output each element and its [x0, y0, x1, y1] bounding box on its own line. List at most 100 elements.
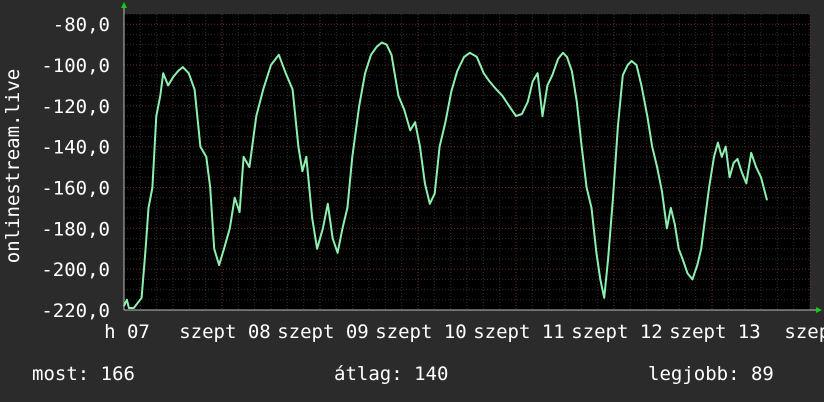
data-point: [209, 186, 212, 189]
data-point: [424, 182, 426, 185]
data-point: [717, 141, 719, 144]
data-point: [144, 247, 147, 250]
data-point: [603, 296, 605, 299]
data-point: [385, 43, 388, 46]
data-point: [469, 51, 471, 54]
data-point: [438, 145, 441, 148]
data-point: [640, 84, 643, 87]
y-tick-label: -180,0: [41, 218, 110, 240]
data-point: [700, 247, 703, 250]
data-point: [562, 51, 564, 54]
data-point: [766, 198, 768, 201]
data-point: [704, 217, 706, 219]
data-point: [750, 152, 752, 154]
data-point: [364, 72, 366, 74]
data-point: [358, 105, 361, 107]
y-tick-label: -220,0: [41, 300, 110, 322]
data-point: [661, 190, 663, 193]
data-point: [159, 94, 162, 97]
y-tick-label: -120,0: [41, 96, 110, 118]
data-point: [531, 80, 534, 83]
data-point: [177, 70, 179, 72]
data-point: [590, 207, 593, 209]
y-tick-label: -100,0: [41, 55, 110, 77]
data-point: [351, 156, 354, 158]
data-point: [622, 74, 624, 77]
data-point: [172, 76, 174, 79]
data-point: [646, 115, 649, 117]
data-point: [526, 100, 529, 103]
data-point: [630, 60, 633, 62]
line-chart: -80,0 -100,0 -120,0 -140,0 -160,0 -180,0 -200,…: [2, 2, 824, 343]
x-tick-label: szept 12: [571, 321, 663, 343]
data-point: [515, 115, 517, 117]
data-point: [721, 156, 723, 158]
data-point: [495, 88, 498, 91]
data-point: [536, 72, 539, 74]
data-point: [681, 258, 684, 260]
data-point: [151, 186, 154, 189]
data-point: [546, 84, 549, 87]
data-point: [755, 166, 757, 168]
data-point: [229, 227, 231, 230]
data-point: [123, 305, 125, 307]
data-point: [305, 156, 308, 158]
data-point: [193, 88, 196, 91]
x-tick-labels: h 07 szept 08 szept 09 szept 10 szept 11 szep…: [104, 321, 824, 343]
data-point: [255, 115, 258, 117]
y-tick-label: -140,0: [41, 137, 110, 159]
x-tick-label: szept: [784, 321, 824, 343]
data-point: [414, 121, 416, 123]
data-point: [187, 72, 190, 74]
data-point: [541, 115, 544, 117]
data-point: [617, 125, 619, 128]
stat-best: legjobb: 89: [648, 363, 774, 385]
data-point: [724, 145, 727, 148]
data-point: [167, 84, 169, 87]
data-point: [673, 223, 676, 226]
data-point: [248, 166, 251, 168]
stat-current: most: 166: [32, 363, 135, 385]
data-point: [205, 156, 208, 158]
x-tick-label: szept 11: [473, 321, 565, 343]
data-point: [278, 54, 280, 56]
data-point: [607, 258, 609, 260]
data-point: [162, 72, 164, 74]
data-point: [585, 186, 588, 189]
data-point: [521, 113, 523, 115]
data-point: [140, 296, 143, 299]
data-point: [238, 211, 241, 213]
data-point: [128, 307, 130, 309]
data-point: [301, 170, 304, 172]
data-point: [696, 264, 699, 266]
data-point: [223, 247, 225, 250]
data-point: [336, 252, 339, 254]
data-point: [760, 176, 762, 179]
data-point: [566, 56, 568, 58]
data-point: [571, 70, 573, 72]
data-point: [612, 196, 614, 199]
stat-average: átlag: 140: [334, 363, 449, 385]
y-axis-arrow-icon: [121, 2, 127, 8]
data-point: [456, 70, 459, 72]
data-point: [482, 72, 485, 74]
data-point: [291, 88, 294, 91]
data-point: [501, 94, 504, 97]
data-point: [444, 121, 447, 123]
data-point: [126, 298, 128, 301]
data-point: [133, 307, 135, 309]
data-point: [463, 56, 465, 58]
data-point: [656, 166, 658, 168]
data-point: [476, 56, 478, 58]
data-point: [575, 100, 578, 103]
data-point: [322, 227, 324, 230]
data-point: [155, 115, 158, 117]
data-point: [262, 88, 264, 91]
y-tick-label: -160,0: [41, 178, 110, 200]
y-tick-label: -200,0: [41, 259, 110, 281]
x-tick-label: szept 08: [179, 321, 271, 343]
data-point: [316, 247, 318, 250]
data-point: [728, 176, 731, 179]
data-point: [409, 129, 411, 132]
y-tick-label: -80,0: [53, 14, 110, 36]
